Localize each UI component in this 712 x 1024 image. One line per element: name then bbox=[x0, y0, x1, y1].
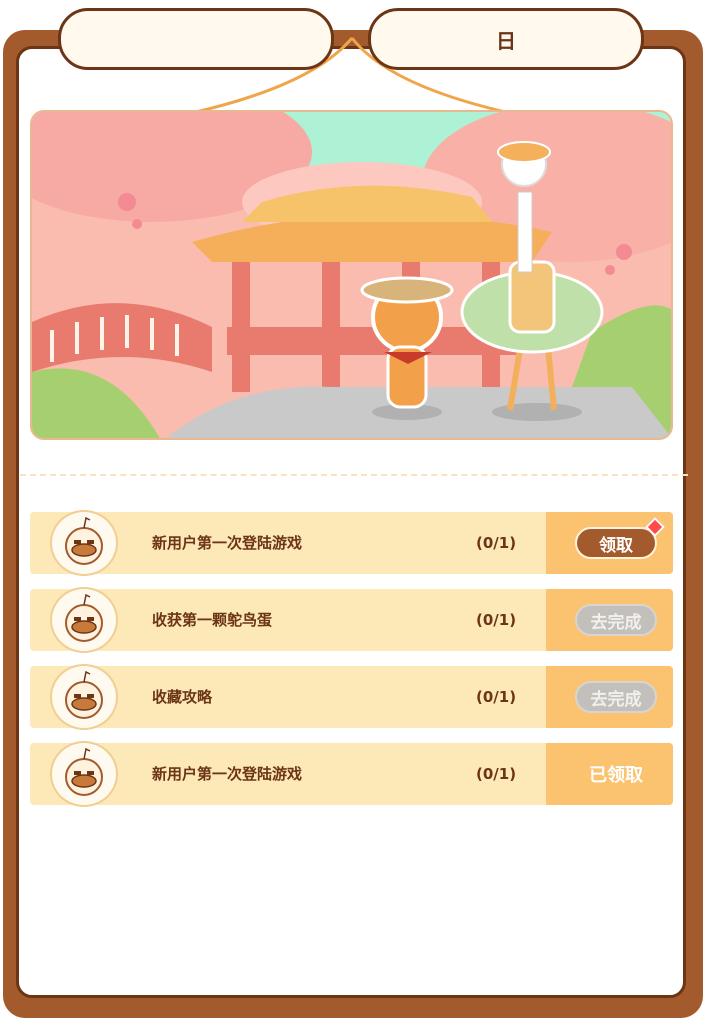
go-complete-button-label: 去完成 bbox=[590, 689, 642, 710]
ticket-edge bbox=[546, 512, 550, 574]
tab-daily[interactable]: 日 bbox=[368, 8, 644, 70]
ostrich-face-icon bbox=[50, 741, 118, 807]
task-title: 新用户第一次登陆游戏 bbox=[152, 534, 303, 552]
ostrich-face-icon bbox=[50, 587, 118, 653]
task-row: 新用户第一次登陆游戏 (0/1) 已领取 bbox=[30, 741, 673, 807]
go-complete-button[interactable]: 去完成 bbox=[575, 681, 657, 713]
ticket-edge bbox=[546, 666, 550, 728]
ostrich-face-icon bbox=[50, 510, 118, 576]
task-title: 新用户第一次登陆游戏 bbox=[152, 765, 303, 783]
scene-illustration bbox=[32, 112, 671, 438]
task-title: 收藏攻略 bbox=[152, 688, 213, 706]
claimed-status-label: 已领取 bbox=[589, 765, 643, 786]
go-complete-button[interactable]: 去完成 bbox=[575, 604, 657, 636]
section-divider bbox=[20, 474, 688, 476]
task-progress: (0/1) bbox=[476, 611, 517, 629]
go-complete-button-label: 去完成 bbox=[590, 612, 642, 633]
tab-daily-label: 日 bbox=[496, 28, 516, 53]
claimed-status: 已领取 bbox=[575, 758, 657, 790]
task-row: 新用户第一次登陆游戏 (0/1) 领取 bbox=[30, 510, 673, 576]
task-progress: (0/1) bbox=[476, 688, 517, 706]
task-progress: (0/1) bbox=[476, 534, 517, 552]
claim-button[interactable]: 领取 bbox=[575, 527, 657, 559]
banner-scene bbox=[30, 110, 673, 440]
ticket-edge bbox=[546, 589, 550, 651]
ostrich-face-icon bbox=[50, 664, 118, 730]
tab-left[interactable] bbox=[58, 8, 334, 70]
task-title: 收获第一颗鸵鸟蛋 bbox=[152, 611, 273, 629]
ticket-edge bbox=[546, 743, 550, 805]
task-progress: (0/1) bbox=[476, 765, 517, 783]
task-row: 收获第一颗鸵鸟蛋 (0/1) 去完成 bbox=[30, 587, 673, 653]
task-row: 收藏攻略 (0/1) 去完成 bbox=[30, 664, 673, 730]
claim-button-label: 领取 bbox=[599, 535, 633, 556]
